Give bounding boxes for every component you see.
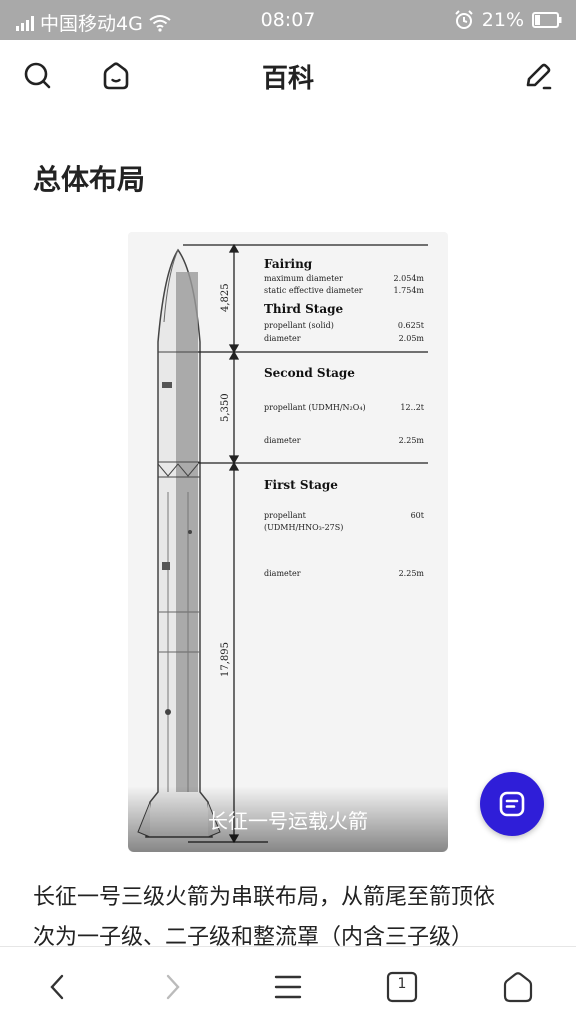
third-stage-value-2: 2.05m [399, 334, 425, 343]
outline-icon [499, 791, 525, 817]
first-stage-label-1b: (UDMH/HNO₃-27S) [264, 523, 343, 532]
edit-button[interactable] [520, 58, 556, 94]
article-paragraph: 长征一号三级火箭为串联布局，从箭尾至箭顶依 次为一子级、二子级和整流罩（内含三子… [33, 878, 548, 950]
fairing-label-2: static effective diameter [264, 286, 363, 295]
status-bar: 中国移动4G 08:07 21% [0, 0, 576, 40]
chevron-left-icon [50, 974, 64, 1000]
alarm-icon [455, 10, 473, 29]
menu-icon [274, 975, 302, 999]
dimension-lines [183, 243, 428, 844]
figure-caption: 长征一号运载火箭 [208, 809, 368, 833]
second-stage-label-2: diameter [264, 436, 301, 445]
fairing-value-1: 2.054m [394, 274, 425, 283]
fairing-label-1: maximum diameter [264, 274, 343, 283]
first-stage-title: First Stage [264, 478, 338, 492]
tabs-count: 1 [397, 976, 407, 992]
first-stage-label-2: diameter [264, 569, 301, 578]
home-outline-icon [503, 972, 533, 1003]
tabs-button[interactable]: 1 [380, 965, 424, 1009]
second-stage-label-1: propellant (UDMH/N₂O₄) [264, 403, 366, 412]
third-stage-label-2: diameter [264, 334, 301, 343]
article-line-1: 长征一号三级火箭为串联布局，从箭尾至箭顶依 [33, 885, 496, 910]
third-stage-label-1: propellant (solid) [264, 321, 334, 330]
second-stage-title: Second Stage [264, 366, 355, 380]
back-button[interactable] [36, 965, 80, 1009]
menu-button[interactable] [266, 965, 310, 1009]
app-header: 百科 [0, 40, 576, 110]
edit-icon [526, 63, 552, 90]
rocket-diagram: 4,825 5,350 17,895 Fairing maximum diame… [137, 243, 428, 844]
rocket-drawing [137, 248, 221, 838]
second-stage-value-2: 2.25m [399, 436, 425, 445]
section-title: 总体布局 [33, 163, 146, 196]
second-stage-value-1: 12..2t [400, 403, 424, 412]
battery-label: 21% [481, 9, 524, 31]
dimension-label-first-stage: 17,895 [220, 642, 231, 677]
home-nav-button[interactable] [496, 965, 540, 1009]
fairing-title: Fairing [264, 257, 313, 271]
bottom-navigation: 1 [0, 946, 576, 1024]
battery-icon [532, 12, 562, 28]
chevron-right-icon [166, 974, 180, 1000]
third-stage-value-1: 0.625t [398, 321, 425, 330]
dimension-label-fairing: 4,825 [220, 283, 231, 312]
dimension-label-second-stage: 5,350 [220, 393, 231, 422]
page-title: 百科 [261, 64, 314, 94]
first-stage-value-2: 2.25m [399, 569, 425, 578]
forward-button[interactable] [150, 965, 194, 1009]
rocket-diagram-image[interactable]: 4,825 5,350 17,895 Fairing maximum diame… [128, 232, 448, 852]
fairing-value-2: 1.754m [394, 286, 425, 295]
first-stage-value-1: 60t [411, 511, 425, 520]
third-stage-title: Third Stage [264, 302, 343, 316]
first-stage-label-1: propellant [264, 511, 307, 520]
status-right: 21% [454, 9, 562, 31]
outline-fab-button[interactable] [480, 772, 544, 836]
